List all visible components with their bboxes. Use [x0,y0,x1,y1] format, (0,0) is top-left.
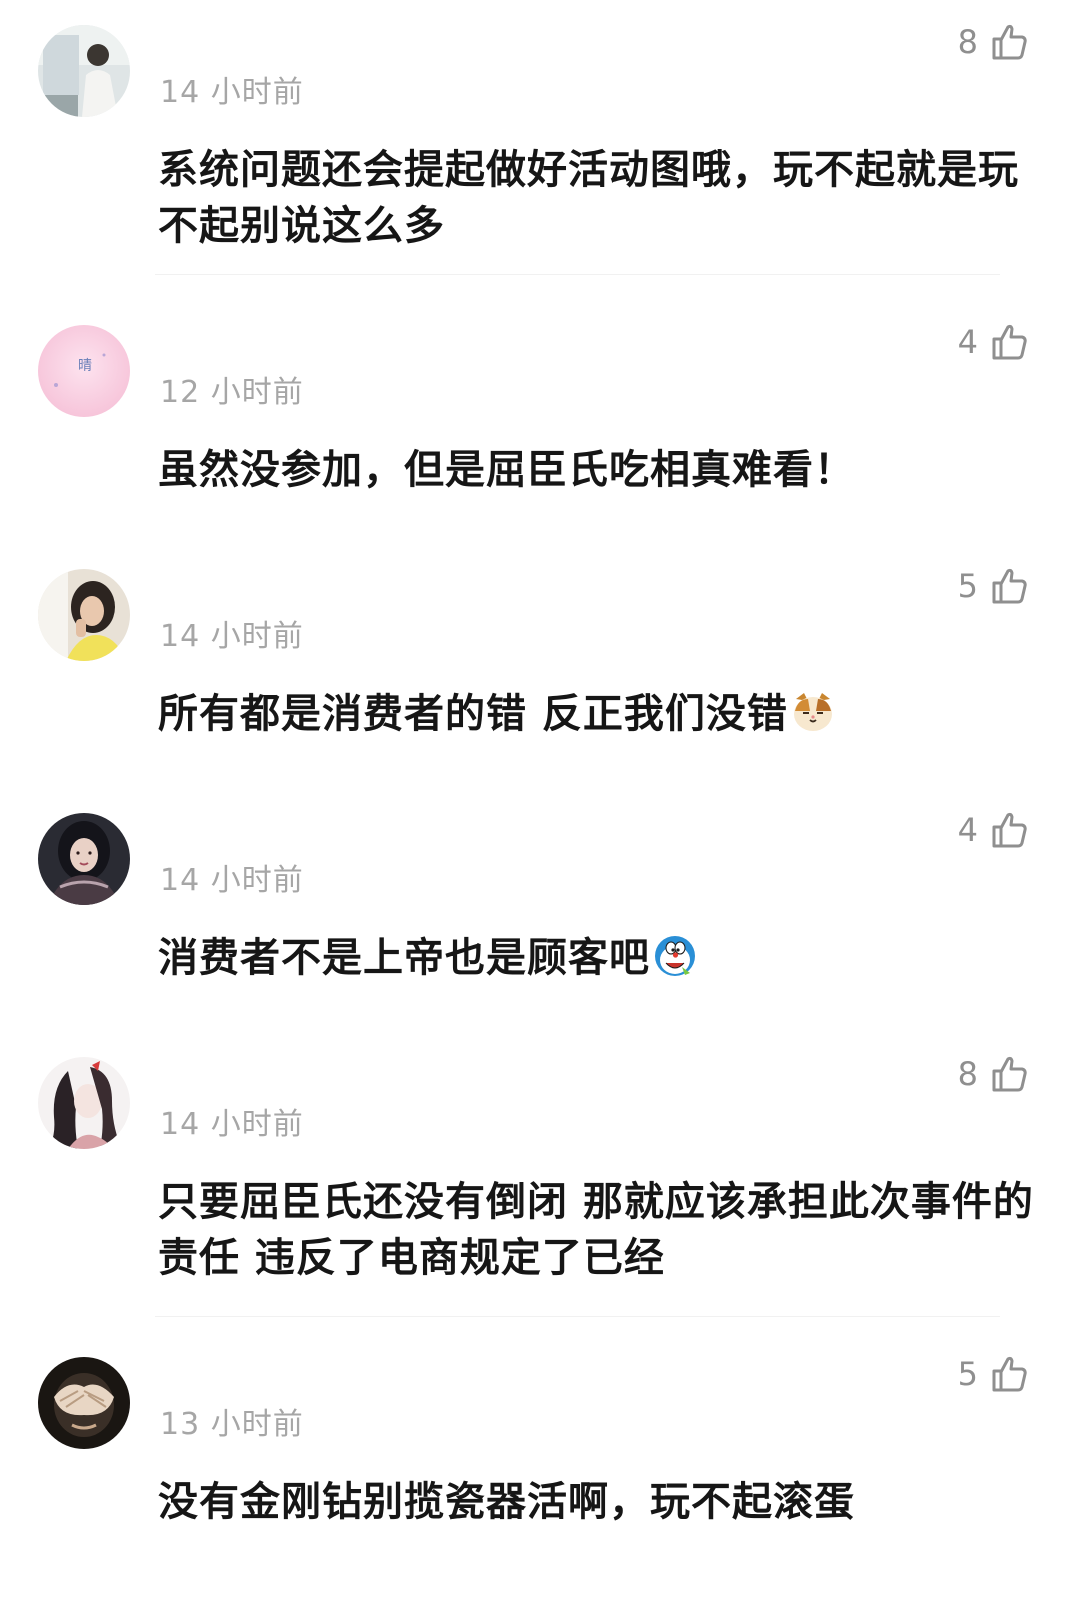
comment-text: 系统问题还会提起做好活动图哦，玩不起就是玩不起别说这么多 [158,142,1038,254]
comment-item: 8 14 小时前 系统问题还会提起做好活动图哦，玩不起就是玩不起别说这么多 [0,0,1080,280]
cat-emoji-icon [790,689,836,735]
like-button[interactable]: 4 [958,810,1028,850]
comment-text: 消费者不是上帝也是顾客吧 [158,930,1038,986]
comment-time: 12 小时前 [160,375,304,410]
like-count: 5 [957,1355,978,1393]
like-count: 4 [957,323,978,361]
avatar[interactable] [38,569,130,661]
comment-text: 虽然没参加，但是屈臣氏吃相真难看！ [158,442,1038,498]
thumbs-up-icon[interactable] [990,23,1028,61]
avatar[interactable] [38,25,130,117]
avatar[interactable]: 晴 [38,325,130,417]
thumbs-up-icon[interactable] [990,567,1028,605]
thumbs-up-icon[interactable] [990,811,1028,849]
comment-time: 14 小时前 [160,1107,304,1142]
avatar-text: 晴 [78,358,92,374]
divider [155,274,1000,275]
comment-item: 晴 4 12 小时前 虽然没参加，但是屈臣氏吃相真难看！ [0,300,1080,540]
thumbs-up-icon[interactable] [990,1055,1028,1093]
like-button[interactable]: 8 [958,22,1028,62]
thumbs-up-icon[interactable] [990,1355,1028,1393]
comment-text: 所有都是消费者的错 反正我们没错 [158,686,1038,742]
doraemon-emoji-icon [652,933,698,979]
avatar[interactable] [38,1057,130,1149]
like-button[interactable]: 8 [958,1054,1028,1094]
avatar[interactable] [38,813,130,905]
comment-item: 5 14 小时前 所有都是消费者的错 反正我们没错 [0,544,1080,784]
like-button[interactable]: 5 [958,1354,1028,1394]
comment-text-content: 所有都是消费者的错 反正我们没错 [158,691,788,737]
comment-text: 只要屈臣氏还没有倒闭 那就应该承担此次事件的责任 违反了电商规定了已经 [158,1174,1038,1286]
comment-text-content: 消费者不是上帝也是顾客吧 [158,935,650,981]
comment-time: 14 小时前 [160,863,304,898]
like-count: 8 [957,1055,978,1093]
comment-text-content: 只要屈臣氏还没有倒闭 那就应该承担此次事件的责任 违反了电商规定了已经 [158,1179,1034,1281]
comment-text-content: 虽然没参加，但是屈臣氏吃相真难看！ [158,447,855,493]
avatar[interactable] [38,1357,130,1449]
thumbs-up-icon[interactable] [990,323,1028,361]
comment-text-content: 系统问题还会提起做好活动图哦，玩不起就是玩不起别说这么多 [158,147,1019,249]
like-button[interactable]: 5 [958,566,1028,606]
comment-item: 5 13 小时前 没有金刚钻别揽瓷器活啊，玩不起滚蛋 [0,1332,1080,1619]
like-button[interactable]: 4 [958,322,1028,362]
comment-text-content: 没有金刚钻别揽瓷器活啊，玩不起滚蛋 [158,1479,855,1525]
comment-time: 13 小时前 [160,1407,304,1442]
like-count: 8 [957,23,978,61]
comment-item: 4 14 小时前 消费者不是上帝也是顾客吧 [0,788,1080,1028]
comment-time: 14 小时前 [160,619,304,654]
comment-item: 8 14 小时前 只要屈臣氏还没有倒闭 那就应该承担此次事件的责任 违反了电商规… [0,1032,1080,1322]
divider [155,1316,1000,1317]
like-count: 4 [957,811,978,849]
comment-time: 14 小时前 [160,75,304,110]
comment-text: 没有金刚钻别揽瓷器活啊，玩不起滚蛋 [158,1474,1038,1530]
like-count: 5 [957,567,978,605]
